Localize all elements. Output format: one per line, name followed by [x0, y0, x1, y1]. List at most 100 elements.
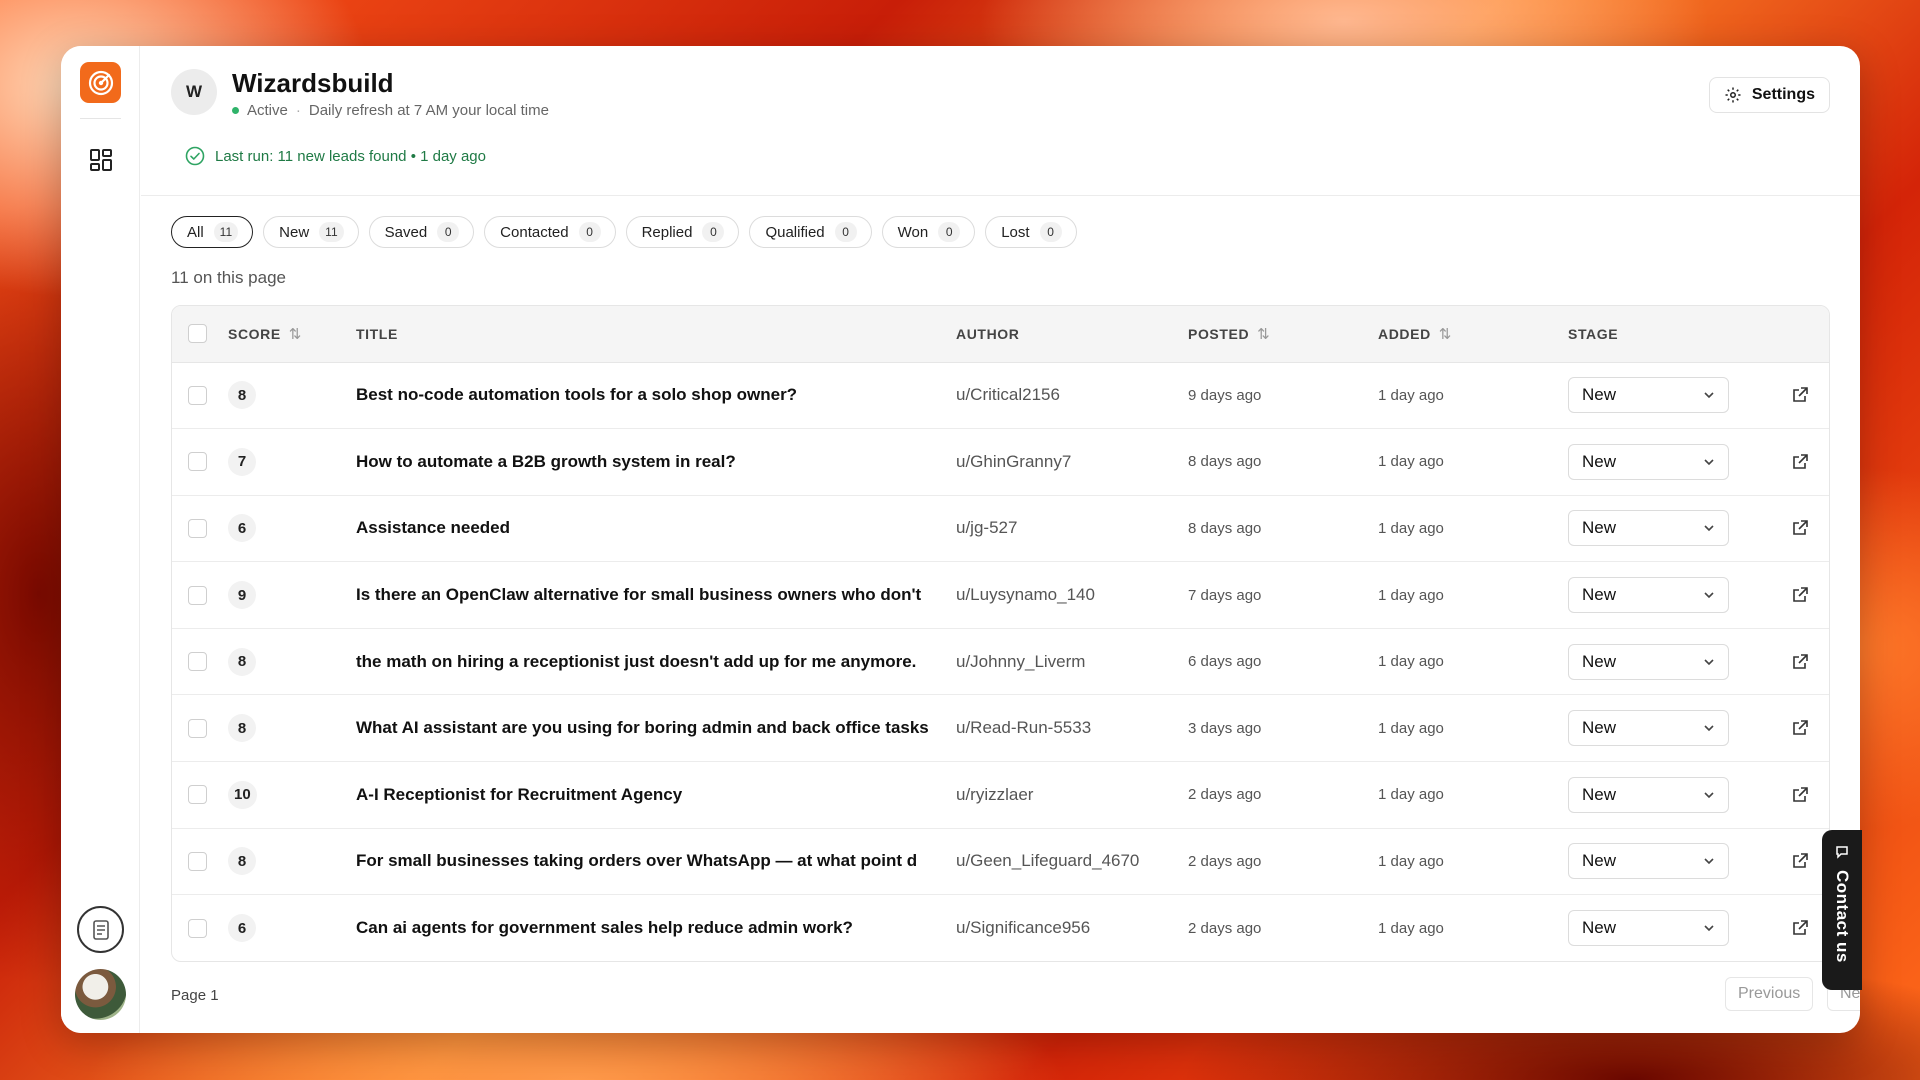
lead-author[interactable]: u/ryizzlaer: [956, 762, 1188, 829]
lead-title[interactable]: the math on hiring a receptionist just d…: [356, 628, 956, 695]
lead-title[interactable]: What AI assistant are you using for bori…: [356, 695, 956, 762]
sort-icon[interactable]: ⇅: [289, 326, 302, 343]
row-checkbox[interactable]: [188, 518, 207, 538]
settings-button[interactable]: Settings: [1708, 77, 1830, 113]
external-link-icon[interactable]: [1768, 586, 1829, 604]
column-actions: [1768, 306, 1829, 363]
posted-time: 2 days ago: [1188, 852, 1262, 870]
filter-count: 0: [702, 222, 725, 242]
filter-all[interactable]: All 11: [171, 216, 254, 248]
stage-value: New: [1582, 585, 1617, 605]
stage-select[interactable]: New: [1568, 910, 1729, 947]
row-checkbox[interactable]: [188, 918, 207, 938]
sort-icon[interactable]: ⇅: [1439, 326, 1452, 343]
external-link-icon[interactable]: [1768, 519, 1829, 537]
table-row[interactable]: 8 Best no-code automation tools for a so…: [172, 362, 1829, 429]
lead-author[interactable]: u/GhinGranny7: [956, 429, 1188, 496]
filter-won[interactable]: Won 0: [881, 216, 976, 248]
table-row[interactable]: 6 Assistance needed u/jg-527 8 days ago …: [172, 495, 1829, 562]
filter-qualified[interactable]: Qualified 0: [749, 216, 872, 248]
stage-select[interactable]: New: [1568, 643, 1729, 680]
table-row[interactable]: 8 the math on hiring a receptionist just…: [172, 628, 1829, 695]
project-avatar: W: [171, 69, 217, 115]
column-author: AUTHOR: [956, 306, 1188, 363]
external-link-icon[interactable]: [1768, 453, 1829, 471]
lead-author[interactable]: u/Significance956: [956, 895, 1188, 961]
row-checkbox[interactable]: [188, 785, 207, 805]
chevron-down-icon: [1704, 392, 1714, 399]
lead-title[interactable]: Best no-code automation tools for a solo…: [356, 362, 956, 429]
filter-count: 11: [319, 222, 344, 242]
lead-author[interactable]: u/Geen_Lifeguard_4670: [956, 828, 1188, 895]
lead-author[interactable]: u/Luysynamo_140: [956, 562, 1188, 629]
filter-new[interactable]: New 11: [263, 216, 359, 248]
leads-table: SCORE ⇅ TITLE AUTHOR POSTED ⇅ ADDED ⇅ STAGE…: [171, 305, 1830, 962]
filter-contacted[interactable]: Contacted 0: [484, 216, 616, 248]
stage-select[interactable]: New: [1568, 577, 1729, 614]
lead-title[interactable]: Assistance needed: [356, 495, 956, 562]
table-row[interactable]: 8 What AI assistant are you using for bo…: [172, 695, 1829, 762]
chevron-down-icon: [1704, 858, 1714, 865]
stage-select[interactable]: New: [1568, 377, 1729, 414]
main-content: W Wizardsbuild Active · Daily refresh at…: [141, 46, 1860, 1033]
filter-saved[interactable]: Saved 0: [368, 216, 475, 248]
lead-title[interactable]: A-I Receptionist for Recruitment Agency: [356, 762, 956, 829]
dashboard-grid-icon[interactable]: [87, 146, 115, 174]
stage-select[interactable]: New: [1568, 510, 1729, 547]
document-icon[interactable]: [77, 906, 124, 953]
posted-time: 8 days ago: [1188, 519, 1262, 537]
row-checkbox[interactable]: [188, 585, 207, 605]
stage-select[interactable]: New: [1568, 710, 1729, 747]
filter-replied[interactable]: Replied 0: [625, 216, 740, 248]
app-window: W Wizardsbuild Active · Daily refresh at…: [61, 46, 1860, 1033]
lead-title[interactable]: Is there an OpenClaw alternative for sma…: [356, 562, 956, 629]
added-time: 1 day ago: [1378, 852, 1444, 870]
external-link-icon[interactable]: [1768, 786, 1829, 804]
stage-select[interactable]: New: [1568, 843, 1729, 880]
select-all-checkbox[interactable]: [188, 324, 207, 344]
external-link-icon[interactable]: [1768, 719, 1829, 737]
lead-author[interactable]: u/Critical2156: [956, 362, 1188, 429]
lead-title[interactable]: How to automate a B2B growth system in r…: [356, 429, 956, 496]
lead-author[interactable]: u/jg-527: [956, 495, 1188, 562]
column-added[interactable]: ADDED ⇅: [1378, 306, 1568, 363]
contact-us-tab[interactable]: Contact us: [1822, 830, 1862, 990]
posted-time: 9 days ago: [1188, 386, 1262, 404]
user-avatar[interactable]: [75, 969, 126, 1020]
external-link-icon[interactable]: [1768, 386, 1829, 404]
sort-icon[interactable]: ⇅: [1257, 326, 1270, 343]
row-checkbox[interactable]: [188, 652, 207, 672]
column-label: ADDED: [1378, 325, 1431, 342]
table-row[interactable]: 9 Is there an OpenClaw alternative for s…: [172, 562, 1829, 629]
row-checkbox[interactable]: [188, 385, 207, 405]
schedule-text: Daily refresh at 7 AM your local time: [308, 102, 549, 119]
table-row[interactable]: 8 For small businesses taking orders ove…: [172, 828, 1829, 895]
column-posted[interactable]: POSTED ⇅: [1188, 306, 1378, 363]
external-link-icon[interactable]: [1768, 653, 1829, 671]
external-link-icon[interactable]: [1768, 919, 1829, 937]
table-row[interactable]: 10 A-I Receptionist for Recruitment Agen…: [172, 762, 1829, 829]
posted-time: 2 days ago: [1188, 919, 1262, 937]
filter-count: 11: [213, 222, 239, 242]
stage-select[interactable]: New: [1568, 776, 1729, 813]
lead-author[interactable]: u/Read-Run-5533: [956, 695, 1188, 762]
lead-title[interactable]: Can ai agents for government sales help …: [356, 895, 956, 961]
logo-icon[interactable]: [80, 62, 121, 103]
filter-lost[interactable]: Lost 0: [985, 216, 1077, 248]
lead-author[interactable]: u/Johnny_Liverm: [956, 628, 1188, 695]
row-checkbox[interactable]: [188, 851, 207, 871]
stage-select[interactable]: New: [1568, 443, 1729, 480]
lead-title[interactable]: For small businesses taking orders over …: [356, 828, 956, 895]
column-label: AUTHOR: [956, 325, 1020, 342]
row-checkbox[interactable]: [188, 718, 207, 738]
previous-button[interactable]: Previous: [1725, 977, 1814, 1011]
external-link-icon[interactable]: [1768, 852, 1829, 870]
table-row[interactable]: 6 Can ai agents for government sales hel…: [172, 895, 1829, 961]
rail-divider: [80, 118, 121, 119]
column-score[interactable]: SCORE ⇅: [228, 306, 356, 363]
score-badge: 9: [228, 581, 256, 610]
stage-value: New: [1582, 784, 1617, 804]
table-row[interactable]: 7 How to automate a B2B growth system in…: [172, 429, 1829, 496]
sidebar-rail: [61, 46, 140, 1033]
row-checkbox[interactable]: [188, 452, 207, 472]
